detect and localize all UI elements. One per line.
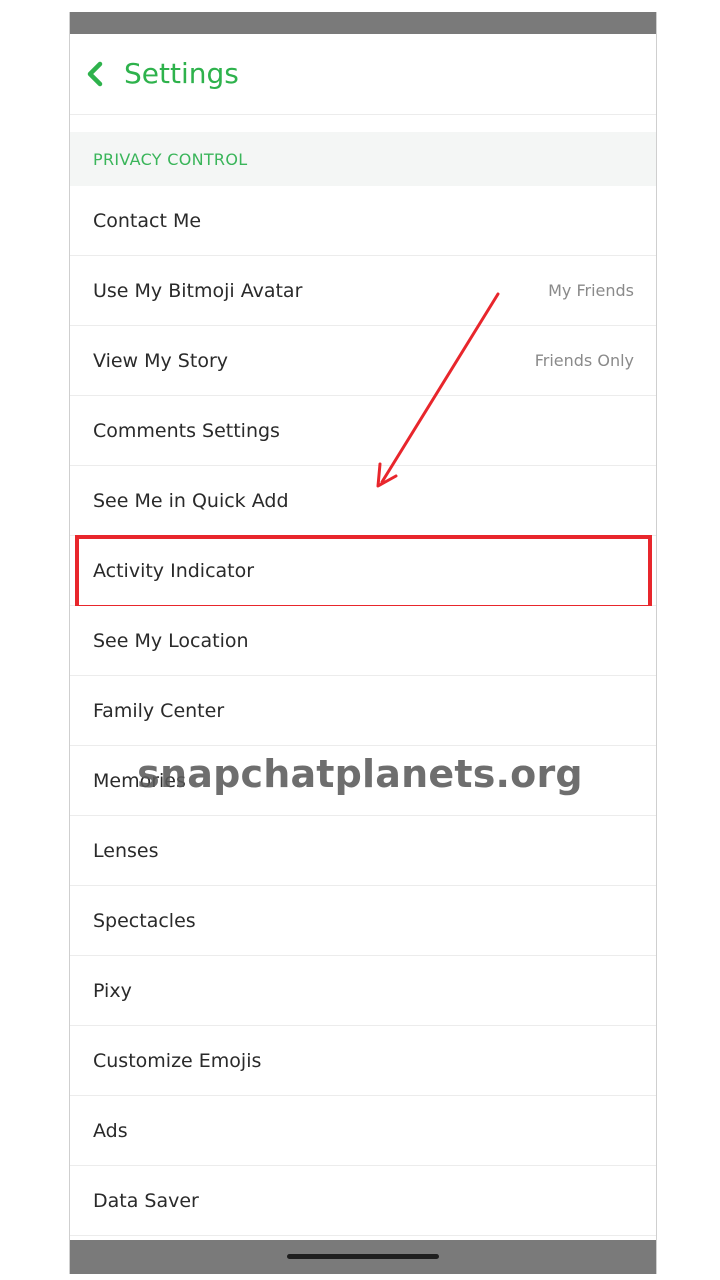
row-label: Ads — [93, 1119, 128, 1142]
settings-row-spectacles[interactable]: Spectacles — [70, 886, 656, 956]
phone-screen: Settings PRIVACY CONTROL Contact Me Use … — [69, 12, 657, 1274]
row-label: Memories — [93, 769, 186, 792]
row-label: Pixy — [93, 979, 132, 1002]
chevron-left-icon[interactable] — [84, 60, 108, 88]
settings-row-family-center[interactable]: Family Center — [70, 676, 656, 746]
row-value: Friends Only — [534, 351, 634, 370]
row-label: Customize Emojis — [93, 1049, 262, 1072]
settings-row-customize-emojis[interactable]: Customize Emojis — [70, 1026, 656, 1096]
row-label: See Me in Quick Add — [93, 489, 289, 512]
settings-row-pixy[interactable]: Pixy — [70, 956, 656, 1026]
navigation-bar — [70, 1240, 656, 1274]
row-label: Activity Indicator — [93, 559, 255, 582]
settings-row-see-me-in-quick-add[interactable]: See Me in Quick Add — [70, 466, 656, 536]
section-header-privacy-control: PRIVACY CONTROL — [70, 132, 656, 186]
header: Settings — [70, 34, 656, 115]
settings-row-use-my-bitmoji-avatar[interactable]: Use My Bitmoji Avatar My Friends — [70, 256, 656, 326]
row-label: See My Location — [93, 629, 249, 652]
settings-row-see-my-location[interactable]: See My Location — [70, 606, 656, 676]
home-indicator[interactable] — [287, 1254, 439, 1259]
status-bar — [70, 12, 656, 34]
row-value: My Friends — [548, 281, 634, 300]
settings-row-view-my-story[interactable]: View My Story Friends Only — [70, 326, 656, 396]
settings-list: PRIVACY CONTROL Contact Me Use My Bitmoj… — [70, 132, 656, 1236]
row-label: Spectacles — [93, 909, 196, 932]
settings-row-ads[interactable]: Ads — [70, 1096, 656, 1166]
settings-row-data-saver[interactable]: Data Saver — [70, 1166, 656, 1236]
settings-row-comments-settings[interactable]: Comments Settings — [70, 396, 656, 466]
row-label: Use My Bitmoji Avatar — [93, 279, 303, 302]
row-label: Lenses — [93, 839, 159, 862]
row-label: Contact Me — [93, 209, 202, 232]
row-label: Family Center — [93, 699, 225, 722]
settings-row-contact-me[interactable]: Contact Me — [70, 186, 656, 256]
settings-row-lenses[interactable]: Lenses — [70, 816, 656, 886]
row-label: View My Story — [93, 349, 228, 372]
settings-row-memories[interactable]: Memories — [70, 746, 656, 816]
row-label: Comments Settings — [93, 419, 280, 442]
row-label: Data Saver — [93, 1189, 199, 1212]
settings-row-activity-indicator[interactable]: Activity Indicator — [70, 535, 656, 609]
page-title: Settings — [124, 57, 239, 90]
